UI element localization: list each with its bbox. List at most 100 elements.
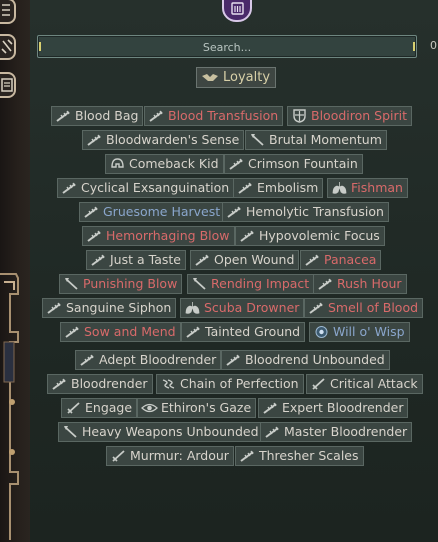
perk-tag-adept-bloodrender[interactable]: Adept Bloodrender — [75, 350, 222, 370]
perk-tag-open-wound[interactable]: Open Wound — [190, 250, 300, 270]
rail-button-book[interactable] — [0, 72, 16, 98]
perk-tag-scuba-drowner[interactable]: Scuba Drowner — [180, 298, 305, 318]
perk-tag-engage[interactable]: Engage — [61, 398, 138, 418]
perk-tag-label: Adept Bloodrender — [99, 352, 217, 367]
perk-tag-label: Expert Bloodrender — [282, 400, 404, 415]
perk-tag-blood-transfusion[interactable]: Blood Transfusion — [144, 106, 284, 126]
perk-tag-bloodwarden-s-sense[interactable]: Bloodwarden's Sense — [82, 130, 245, 150]
perk-tag-chain-of-perfection[interactable]: Chain of Perfection — [156, 374, 304, 394]
syringe-icon — [317, 277, 334, 291]
search-field-right-cap — [413, 42, 415, 51]
perk-tag-cyclical-exsanguination[interactable]: Cyclical Exsanguination — [57, 178, 235, 198]
search-input[interactable] — [38, 37, 416, 58]
syringe-icon — [64, 325, 81, 339]
eye-icon — [141, 401, 158, 415]
perk-tag-hemolytic-transfusion[interactable]: Hemolytic Transfusion — [222, 202, 389, 222]
perk-tag-fishman[interactable]: Fishman — [327, 178, 408, 198]
perk-tag-panacea[interactable]: Panacea — [300, 250, 382, 270]
left-sidebar — [0, 0, 30, 542]
perk-tag-label: Heavy Weapons Unbounded — [82, 424, 259, 439]
perk-tag-label: Punishing Blow — [83, 276, 178, 291]
perk-tag-ethiron-s-gaze[interactable]: Ethiron's Gaze — [137, 398, 257, 418]
perk-tag-label: Brutal Momentum — [269, 132, 382, 147]
perk-tag-label: Ethiron's Gaze — [161, 400, 252, 415]
perk-tag-bloodrender[interactable]: Bloodrender — [47, 374, 153, 394]
perk-tag-hemorrhaging-blow[interactable]: Hemorrhaging Blow — [82, 226, 235, 246]
perk-tag-sow-and-mend[interactable]: Sow and Mend — [60, 322, 181, 342]
perk-tag-label: Bloodiron Spirit — [311, 108, 408, 123]
book-icon — [231, 2, 244, 15]
perk-tag-smell-of-blood[interactable]: Smell of Blood — [304, 298, 424, 318]
syringe-icon — [79, 353, 96, 367]
perk-tag-label: Sow and Mend — [84, 324, 176, 339]
syringe-icon — [262, 401, 279, 415]
perk-tag-label: Smell of Blood — [328, 300, 419, 315]
syringe-icon — [185, 325, 202, 339]
perk-tag-critical-attack[interactable]: Critical Attack — [306, 374, 423, 394]
perk-tag-label: Embolism — [257, 180, 319, 195]
loyalty-label: Loyalty — [223, 70, 271, 85]
syringe-icon — [61, 181, 78, 195]
perk-tag-will-o-wisp[interactable]: Will o' Wisp — [309, 322, 410, 342]
handshake-icon — [202, 73, 218, 81]
perk-tag-label: Hemolytic Transfusion — [246, 204, 384, 219]
perk-tag-label: Comeback Kid — [129, 156, 219, 171]
syringe-icon — [90, 253, 107, 267]
perk-tag-master-bloodrender[interactable]: Master Bloodrender — [260, 422, 413, 442]
syringe-icon — [194, 253, 211, 267]
perk-tag-crimson-fountain[interactable]: Crimson Fountain — [224, 154, 363, 174]
perk-tag-label: Bloodwarden's Sense — [106, 132, 240, 147]
perk-tag-label: Blood Transfusion — [168, 108, 279, 123]
perk-tag-label: Tainted Ground — [205, 324, 301, 339]
perk-tag-label: Rush Hour — [337, 276, 402, 291]
helmet-icon — [109, 157, 126, 171]
sword-icon — [310, 377, 327, 391]
perk-tag-tainted-ground[interactable]: Tainted Ground — [181, 322, 306, 342]
axe-icon — [63, 277, 80, 291]
perk-tag-label: Cyclical Exsanguination — [81, 180, 230, 195]
perk-tag-murmur-ardour[interactable]: Murmur: Ardour — [106, 446, 234, 466]
perk-tag-just-a-taste[interactable]: Just a Taste — [86, 250, 186, 270]
perk-tag-rending-impact[interactable]: Rending Impact — [187, 274, 315, 294]
perk-tag-embolism[interactable]: Embolism — [233, 178, 324, 198]
rail-button-top[interactable] — [0, 0, 16, 24]
perk-tag-label: Scuba Drowner — [204, 300, 300, 315]
syringe-icon — [308, 301, 325, 315]
perk-tag-heavy-weapons-unbounded[interactable]: Heavy Weapons Unbounded — [58, 422, 264, 442]
perk-tag-label: Fishman — [351, 180, 403, 195]
perk-tag-bloodiron-spirit[interactable]: Bloodiron Spirit — [287, 106, 413, 126]
loyalty-category[interactable]: Loyalty — [196, 67, 277, 88]
rail-button-tools[interactable] — [0, 34, 16, 60]
syringe-icon — [239, 449, 256, 463]
perk-tag-label: Critical Attack — [330, 376, 418, 391]
wisp-icon — [313, 325, 330, 339]
perk-tag-label: Murmur: Ardour — [130, 448, 229, 463]
syringe-icon — [264, 425, 281, 439]
syringe-icon — [51, 377, 68, 391]
result-count: 0 — [430, 39, 437, 52]
perk-tag-label: Just a Taste — [110, 252, 181, 267]
perk-tag-label: Hemorrhaging Blow — [106, 228, 230, 243]
axe-icon — [62, 425, 79, 439]
perk-tag-hypovolemic-focus[interactable]: Hypovolemic Focus — [235, 226, 385, 246]
perk-tag-label: Open Wound — [214, 252, 295, 267]
perk-tag-sanguine-siphon[interactable]: Sanguine Siphon — [42, 298, 177, 318]
perk-tag-gruesome-harvest[interactable]: Gruesome Harvest — [79, 202, 226, 222]
syringe-icon — [237, 181, 254, 195]
codex-button[interactable] — [222, 0, 252, 22]
perk-tag-bloodrend-unbounded[interactable]: Bloodrend Unbounded — [221, 350, 390, 370]
perk-tag-thresher-scales[interactable]: Thresher Scales — [235, 446, 364, 466]
perk-tag-brutal-momentum[interactable]: Brutal Momentum — [245, 130, 387, 150]
perk-tag-rush-hour[interactable]: Rush Hour — [313, 274, 407, 294]
syringe-icon — [226, 205, 243, 219]
syringe-icon — [225, 353, 242, 367]
search-field[interactable] — [37, 35, 417, 58]
search-field-left-cap — [39, 42, 41, 51]
perk-tag-blood-bag[interactable]: Blood Bag — [51, 106, 144, 126]
perk-tag-expert-bloodrender[interactable]: Expert Bloodrender — [258, 398, 409, 418]
syringe-icon — [228, 157, 245, 171]
perk-tag-comeback-kid[interactable]: Comeback Kid — [105, 154, 224, 174]
perk-tag-label: Chain of Perfection — [180, 376, 299, 391]
shield-icon — [291, 109, 308, 123]
perk-tag-punishing-blow[interactable]: Punishing Blow — [59, 274, 183, 294]
